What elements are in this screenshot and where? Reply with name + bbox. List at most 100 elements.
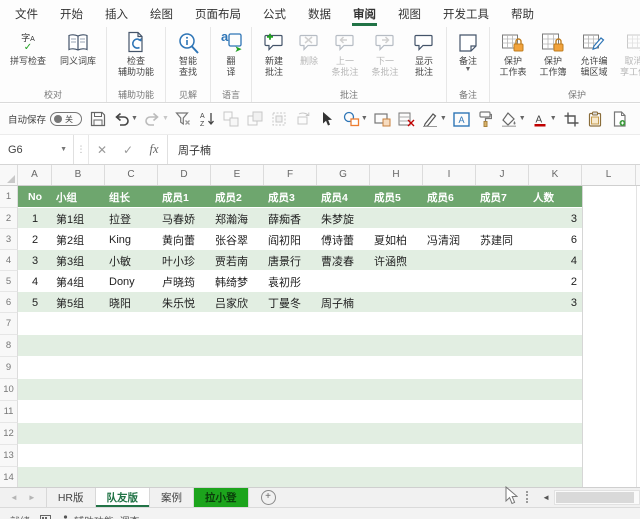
row-number-11[interactable]: 11 xyxy=(0,401,18,423)
sheet-tab-拉小登[interactable]: 拉小登 xyxy=(194,488,249,507)
menu-tab-页面布局[interactable]: 页面布局 xyxy=(184,0,252,27)
sheet-tab-案例[interactable]: 案例 xyxy=(150,488,195,507)
row-number-9[interactable]: 9 xyxy=(0,357,18,379)
menu-tab-数据[interactable]: 数据 xyxy=(297,0,342,27)
delete-rows-icon[interactable] xyxy=(397,109,416,129)
cell-A6[interactable]: 5 xyxy=(18,292,52,313)
empty-row-14-cells[interactable] xyxy=(18,467,640,487)
sort-az-icon[interactable]: AZ xyxy=(198,109,217,129)
cell-A4[interactable]: 3 xyxy=(18,250,52,271)
name-box[interactable]: G6 ▼ xyxy=(0,135,74,164)
cell-G4[interactable]: 曹凌春 xyxy=(317,250,370,271)
new-document-icon[interactable] xyxy=(610,109,629,129)
row-number-10[interactable]: 10 xyxy=(0,379,18,401)
sheet-tab-HR版[interactable]: HR版 xyxy=(45,488,96,507)
cell-A5[interactable]: 4 xyxy=(18,271,52,292)
header-cell-A1[interactable]: No xyxy=(18,186,52,208)
cell-B5[interactable]: 第4组 xyxy=(52,271,105,292)
sheet-tab-队友版[interactable]: 队友版 xyxy=(95,488,151,507)
scroll-left-icon[interactable]: ◄ xyxy=(542,493,550,502)
clear-filter-icon[interactable] xyxy=(174,109,193,129)
name-box-caret-icon[interactable]: ▼ xyxy=(60,146,67,153)
cell-H4[interactable]: 许涵煦 xyxy=(370,250,423,271)
cell-J3[interactable]: 苏建同 xyxy=(476,229,529,250)
ribbon-button-允许编辑区域[interactable]: 允许编 辑区域 xyxy=(573,28,615,77)
column-header-A[interactable]: A xyxy=(18,165,52,185)
header-cell-J1[interactable]: 成员7 xyxy=(476,186,529,208)
cell-K5[interactable]: 2 xyxy=(529,271,582,292)
cell-C5[interactable]: Dony xyxy=(105,271,158,292)
cell-C4[interactable]: 小敏 xyxy=(105,250,158,271)
row-number-7[interactable]: 7 xyxy=(0,313,18,335)
prev-sheet-icon[interactable]: ◄ xyxy=(10,493,18,502)
menu-tab-公式[interactable]: 公式 xyxy=(252,0,297,27)
cell-F2[interactable]: 薛痴香 xyxy=(264,208,317,229)
column-header-E[interactable]: E xyxy=(211,165,264,185)
cell-B4[interactable]: 第3组 xyxy=(52,250,105,271)
empty-row-8-cells[interactable] xyxy=(18,335,640,357)
header-cell-C1[interactable]: 组长 xyxy=(105,186,158,208)
cell-E3[interactable]: 张谷翠 xyxy=(211,229,264,250)
empty-row-11-cells[interactable] xyxy=(18,401,640,423)
column-header-C[interactable]: C xyxy=(105,165,158,185)
empty-row-12-cells[interactable] xyxy=(18,423,640,445)
accessibility-status[interactable]: 辅助功能: 调查 xyxy=(61,513,140,519)
header-cell-F1[interactable]: 成员3 xyxy=(264,186,317,208)
header-cell-D1[interactable]: 成员1 xyxy=(158,186,211,208)
cell-D3[interactable]: 黄向蕾 xyxy=(158,229,211,250)
cell-G3[interactable]: 傅诗蕾 xyxy=(317,229,370,250)
fill-color-icon[interactable] xyxy=(500,109,519,129)
row-number-4[interactable]: 4 xyxy=(0,250,18,271)
cell-A2[interactable]: 1 xyxy=(18,208,52,229)
column-header-G[interactable]: G xyxy=(317,165,370,185)
cell-E6[interactable]: 吕家欣 xyxy=(211,292,264,313)
header-cell-G1[interactable]: 成员4 xyxy=(317,186,370,208)
header-cell-I1[interactable]: 成员6 xyxy=(423,186,476,208)
font-color-icon[interactable]: A xyxy=(531,109,550,129)
column-header-F[interactable]: F xyxy=(264,165,317,185)
header-cell-H1[interactable]: 成员5 xyxy=(370,186,423,208)
cell-F4[interactable]: 唐景行 xyxy=(264,250,317,271)
header-cell-K1[interactable]: 人数 xyxy=(529,186,582,208)
row-number-2[interactable]: 2 xyxy=(0,208,18,229)
cell-B2[interactable]: 第1组 xyxy=(52,208,105,229)
ribbon-button-智能查找[interactable]: 智能 查找 xyxy=(169,28,207,77)
next-sheet-icon[interactable]: ► xyxy=(28,493,36,502)
cell-C2[interactable]: 拉登 xyxy=(105,208,158,229)
select-all-corner[interactable] xyxy=(0,165,18,185)
scrollbar-track[interactable] xyxy=(554,489,640,505)
menu-tab-开发工具[interactable]: 开发工具 xyxy=(432,0,500,27)
cell-K3[interactable]: 6 xyxy=(529,229,582,250)
ribbon-button-新建批注[interactable]: 新建 批注 xyxy=(255,28,293,77)
cell-B6[interactable]: 第5组 xyxy=(52,292,105,313)
cell-E2[interactable]: 郑瀚海 xyxy=(211,208,264,229)
cell-F6[interactable]: 丁曼冬 xyxy=(264,292,317,313)
cell-I3[interactable]: 冯清润 xyxy=(423,229,476,250)
empty-row-13-cells[interactable] xyxy=(18,445,640,467)
column-header-L[interactable]: L xyxy=(582,165,636,185)
autosave-switch[interactable]: 关 xyxy=(50,112,83,126)
confirm-entry-button[interactable]: ✓ xyxy=(115,135,141,164)
cell-D4[interactable]: 叶小珍 xyxy=(158,250,211,271)
empty-row-10-cells[interactable] xyxy=(18,379,640,401)
row-number-8[interactable]: 8 xyxy=(0,335,18,357)
cell-E5[interactable]: 韩绮梦 xyxy=(211,271,264,292)
column-header-K[interactable]: K xyxy=(529,165,582,185)
empty-row-9-cells[interactable] xyxy=(18,357,640,379)
row-number-12[interactable]: 12 xyxy=(0,423,18,445)
row-number-3[interactable]: 3 xyxy=(0,229,18,250)
cell-C3[interactable]: King xyxy=(105,229,158,250)
ribbon-button-检查辅助功能[interactable]: 检查 辅助功能 xyxy=(110,28,162,77)
cell-F3[interactable]: 阎初阳 xyxy=(264,229,317,250)
draw-pen-icon[interactable] xyxy=(421,109,440,129)
ribbon-button-保护工作表[interactable]: 保护 工作表 xyxy=(493,28,533,77)
row-number-1[interactable]: 1 xyxy=(0,186,18,208)
ribbon-button-同义词库[interactable]: 同义词库 xyxy=(53,28,103,67)
save-icon[interactable] xyxy=(88,109,107,129)
shapes-icon[interactable] xyxy=(342,109,361,129)
cell-D2[interactable]: 马春娇 xyxy=(158,208,211,229)
cell-K2[interactable]: 3 xyxy=(529,208,582,229)
cell-F5[interactable]: 袁初彤 xyxy=(264,271,317,292)
paste-icon[interactable] xyxy=(586,109,605,129)
autosave-toggle[interactable]: 自动保存 关 xyxy=(8,112,83,126)
